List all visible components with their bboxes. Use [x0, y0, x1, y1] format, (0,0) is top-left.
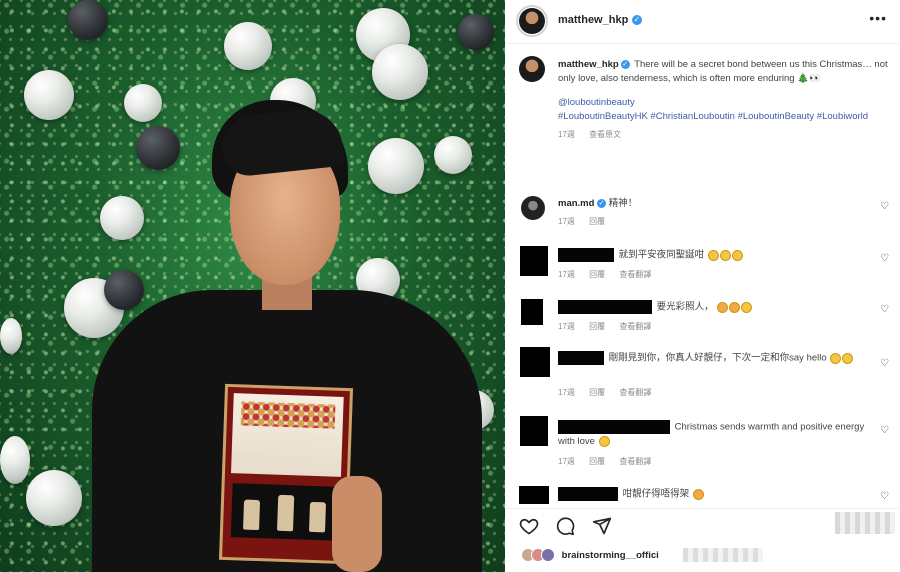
header-divider [505, 43, 900, 44]
more-icon[interactable]: ••• [869, 10, 887, 26]
reply-link[interactable]: 回覆 [589, 322, 605, 331]
hand [332, 476, 382, 572]
comment-avatar-redacted[interactable] [520, 347, 550, 377]
header-username[interactable]: matthew_hkp [558, 14, 628, 26]
comment-meta: 17週 回覆 查看翻譯 [558, 456, 663, 467]
comment-body: Christmas sends warmth and positive ener… [558, 420, 876, 449]
reply-link[interactable]: 回覆 [589, 457, 605, 466]
see-original-link[interactable]: 查看原文 [589, 130, 621, 139]
post-header: matthew_hkp ✓ ••• [505, 0, 900, 42]
comment-text: 剛剛見到你，你真人好靚仔，下次一定和你say hello [608, 352, 827, 364]
actions-divider [505, 508, 900, 509]
comment-meta: 17週 回覆 查看翻譯 [558, 269, 663, 280]
blurred-text [683, 548, 763, 562]
person [0, 0, 505, 572]
redacted-username [558, 351, 604, 365]
caption-meta: 17週 查看原文 [558, 128, 888, 142]
comment-body: man.md ✓ 精神！ [558, 197, 876, 211]
comment-meta: 17週 回覆 [558, 216, 617, 227]
caption-emoji: 🎄👀 [797, 73, 821, 84]
fire-emoji [729, 301, 741, 313]
crying-emoji [842, 352, 854, 364]
caption-avatar[interactable] [519, 56, 545, 82]
gift-box-tray [230, 483, 339, 541]
see-translation-link[interactable]: 查看翻譯 [619, 457, 651, 466]
comment-icon[interactable] [555, 516, 577, 536]
comment-meta: 17週 回覆 查看翻譯 [558, 387, 663, 398]
redacted-username [558, 487, 618, 501]
comment-text: 咁靚仔得唔得架 [622, 488, 690, 500]
smile-emoji [598, 435, 610, 447]
post-panel: matthew_hkp ✓ ••• matthew_hkp ✓ There wil… [505, 0, 900, 572]
heart-eyes-emoji [717, 301, 729, 313]
lipstick [308, 501, 327, 533]
clap-emoji [741, 301, 753, 313]
comment-avatar[interactable] [521, 196, 545, 220]
verified-icon: ✓ [632, 15, 642, 25]
comment-avatar-redacted[interactable] [520, 246, 548, 276]
laughing-emoji [731, 249, 743, 261]
comment-time: 17週 [558, 270, 575, 279]
share-icon[interactable] [592, 516, 614, 536]
caption: matthew_hkp ✓ There will be a secret bond… [558, 58, 888, 142]
comment-avatar-redacted[interactable] [521, 299, 543, 325]
like-comment-icon[interactable]: ♡ [880, 359, 890, 369]
see-translation-link[interactable]: 查看翻譯 [619, 270, 651, 279]
comment-avatar-redacted[interactable] [519, 486, 549, 504]
liked-by[interactable]: brainstorming__offici [521, 548, 659, 568]
comment-body: 要光彩照人， [558, 300, 876, 315]
heart-icon[interactable] [519, 516, 541, 536]
hashtag-links[interactable]: #LouboutinBeautyHK #ChristianLouboutin #… [558, 110, 888, 124]
comment-time: 17週 [558, 457, 575, 466]
lipstick [277, 494, 295, 532]
reply-link[interactable]: 回覆 [589, 270, 605, 279]
mention-link[interactable]: @louboutinbeauty [558, 96, 888, 110]
comment-time: 17週 [558, 217, 575, 226]
comment-body: 咁靚仔得唔得架 [558, 487, 876, 502]
laughing-emoji [707, 249, 719, 261]
redacted-username [558, 300, 652, 314]
redacted-username [558, 248, 614, 262]
comment-meta: 17週 回覆 查看翻譯 [558, 321, 663, 332]
action-bar [519, 516, 624, 536]
watermark-blur [835, 512, 895, 534]
crying-emoji [830, 352, 842, 364]
see-translation-link[interactable]: 查看翻譯 [619, 322, 651, 331]
comment-body: 剛剛見到你，你真人好靚仔，下次一定和你say hello [558, 351, 876, 366]
comment-time: 17週 [558, 388, 575, 397]
reply-link[interactable]: 回覆 [589, 217, 605, 226]
lipstick [243, 499, 261, 531]
comment-username[interactable]: man.md [558, 198, 594, 209]
like-comment-icon[interactable]: ♡ [880, 305, 890, 315]
comment-text: 就到平安夜同聖誕咁 [618, 249, 705, 261]
like-comment-icon[interactable]: ♡ [880, 426, 890, 436]
like-comment-icon[interactable]: ♡ [880, 254, 890, 264]
caption-time: 17週 [558, 130, 575, 139]
verified-icon: ✓ [620, 59, 630, 69]
like-comment-icon[interactable]: ♡ [880, 202, 890, 212]
comment-body: 就到平安夜同聖誕咁 [558, 248, 876, 263]
comment-avatar-redacted[interactable] [520, 416, 548, 446]
gift-box-art [230, 393, 344, 477]
comment-text: 要光彩照人， [656, 301, 714, 313]
redacted-username [558, 420, 670, 434]
liker-avatar [541, 548, 555, 562]
comment-text: 精神！ [608, 198, 638, 209]
verified-icon: ✓ [597, 198, 607, 208]
caption-tags: @louboutinbeauty #LouboutinBeautyHK #Chr… [558, 96, 888, 124]
caption-username[interactable]: matthew_hkp [558, 59, 619, 70]
heart-eyes-emoji [692, 488, 704, 500]
like-comment-icon[interactable]: ♡ [880, 492, 890, 502]
post-photo[interactable] [0, 0, 505, 572]
avatar[interactable] [519, 8, 545, 34]
comment-time: 17週 [558, 322, 575, 331]
reply-link[interactable]: 回覆 [589, 388, 605, 397]
laughing-emoji [719, 249, 731, 261]
see-translation-link[interactable]: 查看翻譯 [619, 388, 651, 397]
liker-username[interactable]: brainstorming__offici [562, 550, 659, 561]
